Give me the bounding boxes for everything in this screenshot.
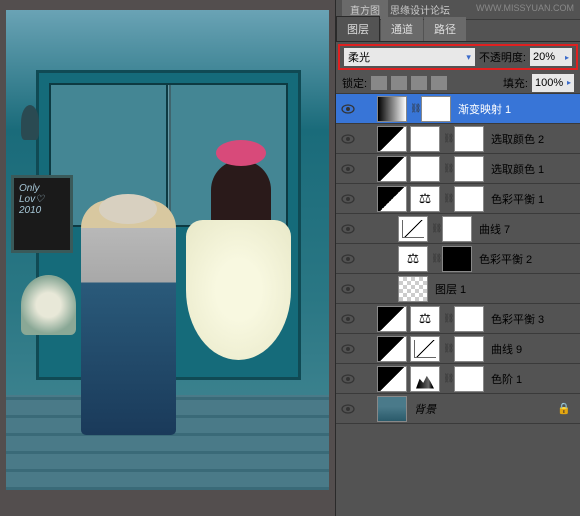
mask-link-icon[interactable]: ⛓ (443, 313, 451, 324)
tab-channels[interactable]: 通道 (381, 17, 423, 41)
opacity-value: 20% (533, 51, 555, 63)
layer-thumb[interactable] (377, 156, 407, 182)
lock-transparency-icon[interactable] (371, 76, 387, 90)
layer-row[interactable]: ⚖⛓ 色彩平衡 2 (336, 244, 580, 274)
lock-position-icon[interactable] (411, 76, 427, 90)
photo-preview: Only Lov♡ 2010 (6, 10, 329, 490)
layers-panel: 直方图 思缘设计论坛 WWW.MISSYUAN.COM 图层 通道 路径 柔光 … (335, 0, 580, 516)
layer-row[interactable]: ⛓ 曲线 7 (336, 214, 580, 244)
visibility-eye-icon[interactable] (339, 100, 357, 118)
lock-fill-row: 锁定: 填充: 100% ▸ (336, 72, 580, 94)
layer-mask-thumb[interactable] (442, 216, 472, 242)
mask-link-icon[interactable]: ⛓ (443, 193, 451, 204)
layer-name[interactable]: 曲线 7 (475, 221, 510, 237)
layer-mask-thumb[interactable] (454, 366, 484, 392)
layer-row[interactable]: ⛓ 选取颜色 1 (336, 154, 580, 184)
visibility-eye-icon[interactable] (339, 130, 357, 148)
adjustment-thumb[interactable]: ⚖ (398, 246, 428, 272)
visibility-eye-icon[interactable] (339, 370, 357, 388)
layer-row[interactable]: ⚖⛓ 色彩平衡 3 (336, 304, 580, 334)
fill-label: 填充: (503, 75, 528, 91)
layer-name[interactable]: 渐变映射 1 (454, 101, 511, 117)
visibility-eye-icon[interactable] (339, 340, 357, 358)
layer-row[interactable]: ⛓ 选取颜色 2 (336, 124, 580, 154)
forum-label: 思缘设计论坛 (390, 2, 450, 17)
layer-name[interactable]: 曲线 9 (487, 341, 522, 357)
layer-name[interactable]: 图层 1 (431, 281, 466, 297)
layer-mask-thumb[interactable] (421, 96, 451, 122)
mask-link-icon[interactable]: ⛓ (443, 163, 451, 174)
visibility-eye-icon[interactable] (339, 220, 357, 238)
layer-mask-thumb[interactable] (442, 246, 472, 272)
mask-link-icon[interactable]: ⛓ (443, 133, 451, 144)
lock-pixels-icon[interactable] (391, 76, 407, 90)
lock-icon: 🔒 (557, 402, 571, 415)
visibility-eye-icon[interactable] (339, 250, 357, 268)
panel-tabs: 图层 通道 路径 (336, 20, 580, 42)
layer-row[interactable]: ⚖⛓ 色彩平衡 1 (336, 184, 580, 214)
layer-name[interactable]: 背景 (410, 401, 436, 417)
layer-name[interactable]: 色彩平衡 3 (487, 311, 544, 327)
layers-list: ⛓渐变映射 1⛓选取颜色 2⛓选取颜色 1⚖⛓色彩平衡 1⛓曲线 7⚖⛓色彩平衡… (336, 94, 580, 516)
adjustment-thumb[interactable] (377, 396, 407, 422)
layer-row[interactable]: ⛓ 色阶 1 (336, 364, 580, 394)
layer-row[interactable]: 图层 1 (336, 274, 580, 304)
layer-mask-thumb[interactable] (454, 186, 484, 212)
lock-label: 锁定: (342, 75, 367, 91)
layer-thumb[interactable] (377, 186, 407, 212)
chalkboard: Only Lov♡ 2010 (11, 175, 73, 253)
layer-name[interactable]: 色阶 1 (487, 371, 522, 387)
adjustment-thumb[interactable] (398, 216, 428, 242)
layer-row[interactable]: ⛓ 渐变映射 1 (336, 94, 580, 124)
layer-thumb[interactable] (377, 306, 407, 332)
opacity-label: 不透明度: (479, 49, 526, 65)
adjustment-thumb[interactable] (377, 96, 407, 122)
blend-mode-value: 柔光 (348, 49, 370, 65)
mask-link-icon[interactable]: ⛓ (443, 343, 451, 354)
visibility-eye-icon[interactable] (339, 280, 357, 298)
visibility-eye-icon[interactable] (339, 310, 357, 328)
layer-thumb[interactable] (377, 336, 407, 362)
layer-name[interactable]: 色彩平衡 1 (487, 191, 544, 207)
fill-arrow-icon: ▸ (567, 78, 571, 87)
visibility-eye-icon[interactable] (339, 160, 357, 178)
adjustment-thumb[interactable]: ⚖ (410, 306, 440, 332)
adjustment-thumb[interactable] (410, 336, 440, 362)
chevron-down-icon: ▾ (466, 52, 471, 63)
layer-row[interactable]: ⛓ 曲线 9 (336, 334, 580, 364)
opacity-arrow-icon: ▸ (565, 53, 569, 62)
layer-name[interactable]: 选取颜色 2 (487, 131, 544, 147)
adjustment-thumb[interactable] (410, 156, 440, 182)
mask-link-icon[interactable]: ⛓ (410, 103, 418, 114)
adjustment-thumb[interactable] (410, 126, 440, 152)
layer-mask-thumb[interactable] (454, 336, 484, 362)
mask-link-icon[interactable]: ⛓ (431, 223, 439, 234)
layer-thumb[interactable] (377, 366, 407, 392)
lock-all-icon[interactable] (431, 76, 447, 90)
opacity-input[interactable]: 20% ▸ (530, 48, 572, 66)
tab-paths[interactable]: 路径 (424, 17, 466, 41)
layer-name[interactable]: 色彩平衡 2 (475, 251, 532, 267)
adjustment-thumb[interactable] (398, 276, 428, 302)
layer-name[interactable]: 选取颜色 1 (487, 161, 544, 177)
visibility-eye-icon[interactable] (339, 190, 357, 208)
mask-link-icon[interactable]: ⛓ (443, 373, 451, 384)
watermark: WWW.MISSYUAN.COM (476, 3, 574, 13)
visibility-eye-icon[interactable] (339, 400, 357, 418)
tab-layers[interactable]: 图层 (336, 16, 380, 41)
fill-input[interactable]: 100% ▸ (532, 74, 574, 92)
layer-thumb[interactable] (377, 126, 407, 152)
layer-mask-thumb[interactable] (454, 126, 484, 152)
canvas-area: Only Lov♡ 2010 (0, 0, 335, 516)
layer-row[interactable]: 背景 🔒 (336, 394, 580, 424)
layer-mask-thumb[interactable] (454, 156, 484, 182)
blend-mode-select[interactable]: 柔光 ▾ (344, 48, 475, 66)
fill-value: 100% (535, 77, 563, 89)
mask-link-icon[interactable]: ⛓ (431, 253, 439, 264)
adjustment-thumb[interactable] (410, 366, 440, 392)
layer-mask-thumb[interactable] (454, 306, 484, 332)
adjustment-thumb[interactable]: ⚖ (410, 186, 440, 212)
blend-opacity-row: 柔光 ▾ 不透明度: 20% ▸ (338, 44, 578, 70)
